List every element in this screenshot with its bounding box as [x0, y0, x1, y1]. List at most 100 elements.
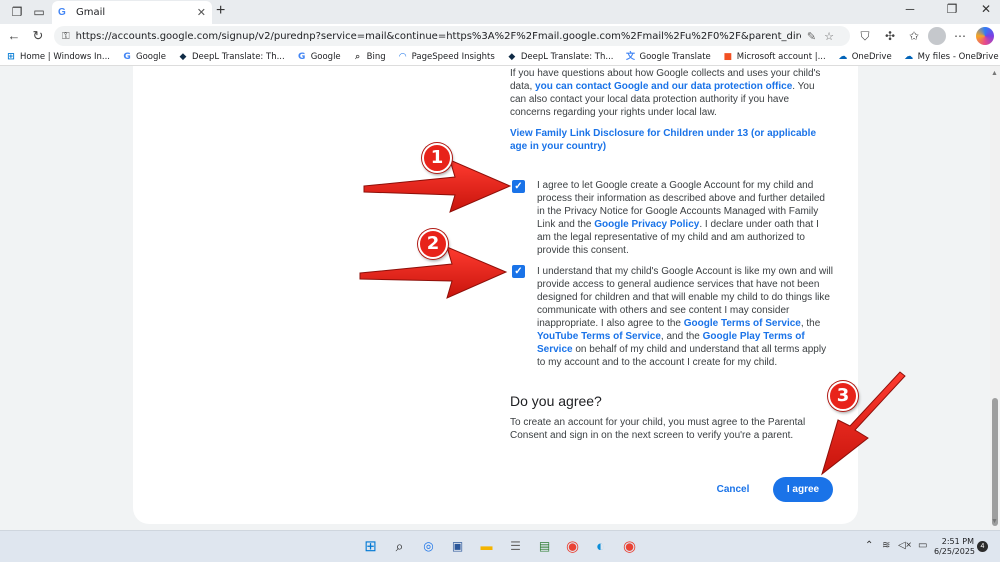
bookmark-label: Home | Windows In...: [20, 51, 111, 62]
bookmark-label: Google: [136, 51, 166, 62]
profile-avatar[interactable]: [928, 27, 946, 45]
consent-checkbox-1[interactable]: ✓: [512, 180, 525, 193]
bookmark-label: Bing: [366, 51, 386, 62]
more-menu-icon[interactable]: ⋯: [952, 28, 968, 44]
deepl-icon: ◆: [179, 51, 187, 62]
chevron-up-icon[interactable]: ⌃: [865, 540, 873, 551]
data-questions-paragraph: If you have questions about how Google c…: [510, 67, 830, 119]
agree-heading: Do you agree?: [510, 393, 602, 409]
microsoft-icon: ■: [723, 51, 733, 62]
address-bar[interactable]: ⚿ https://accounts.google.com/signup/v2/…: [54, 26, 850, 46]
bookmark-item[interactable]: G Google: [122, 52, 166, 62]
chrome-icon[interactable]: ◉: [564, 538, 581, 555]
cloud-icon: ☁: [838, 51, 848, 62]
copilot-icon[interactable]: [976, 27, 994, 45]
google-icon: G: [297, 51, 306, 62]
taskbar: ⊞ ⌕ ◎ ▣ ▬ ☰ ▤ ◉ ◐ ◉ ⌃ ≋ ◁× ▭ 2:51 PM 6/2…: [0, 530, 1000, 562]
step-badge-1: 1: [422, 143, 452, 173]
time: 2:51 PM: [941, 537, 974, 546]
bookmark-label: My files - OneDrive: [917, 51, 999, 62]
tab-gmail[interactable]: G Gmail ✕: [52, 1, 212, 24]
bookmark-item[interactable]: 文 Google Translate: [626, 52, 711, 62]
shield-icon[interactable]: ⛉: [857, 28, 873, 44]
youtube-terms-link[interactable]: YouTube Terms of Service: [537, 331, 661, 342]
site-info-icon[interactable]: ⚿: [62, 31, 70, 42]
workspaces-icon[interactable]: ❐: [8, 3, 26, 21]
consent-checkbox-2[interactable]: ✓: [512, 265, 525, 278]
spreadsheet-icon[interactable]: ▤: [536, 538, 553, 555]
bookmark-label: Google Translate: [639, 51, 711, 62]
consent-text: , the: [800, 318, 821, 329]
scroll-thumb[interactable]: [992, 398, 998, 526]
copilot-taskbar-icon[interactable]: ◎: [420, 538, 437, 555]
close-tab-icon[interactable]: ✕: [197, 6, 206, 19]
scroll-down-icon[interactable]: ▼: [991, 518, 998, 525]
chrome-icon[interactable]: ◉: [621, 538, 638, 555]
bookmark-item[interactable]: ◆ DeepL Translate: Th...: [178, 52, 285, 62]
chevron-right-icon[interactable]: ›: [978, 49, 982, 63]
favorites-icon[interactable]: ✩: [906, 28, 922, 44]
notification-badge[interactable]: 4: [977, 541, 988, 552]
contact-google-link[interactable]: you can contact Google and our data prot…: [535, 81, 792, 92]
extensions-icon[interactable]: ✣: [882, 28, 898, 44]
back-icon[interactable]: ←: [6, 28, 22, 44]
consent-text-2: I understand that my child's Google Acco…: [537, 265, 835, 369]
bookmark-item[interactable]: ◠ PageSpeed Insights: [398, 52, 495, 62]
agree-description: To create an account for your child, you…: [510, 417, 806, 441]
google-terms-link[interactable]: Google Terms of Service: [684, 318, 801, 329]
cloud-icon: ☁: [904, 51, 914, 62]
google-icon: G: [58, 6, 66, 18]
privacy-policy-link[interactable]: Google Privacy Policy: [594, 219, 699, 230]
consent-text: on behalf of my child and understand tha…: [537, 344, 827, 368]
tab-actions-icon[interactable]: ▭: [30, 3, 48, 21]
start-icon[interactable]: ⊞: [362, 538, 379, 555]
cancel-button[interactable]: Cancel: [712, 477, 754, 501]
date: 6/25/2025: [934, 547, 976, 556]
minimize-icon[interactable]: ─: [900, 2, 920, 16]
consent-text: , and the: [660, 331, 700, 342]
bookmark-item[interactable]: ⊞ Home | Windows In...: [6, 52, 110, 62]
deepl-icon: ◆: [508, 51, 516, 62]
family-link-disclosure-link[interactable]: View Family Link Disclosure for Children…: [510, 127, 830, 153]
bookmark-label: OneDrive: [851, 51, 892, 62]
bookmark-item[interactable]: ◆ DeepL Translate: Th...: [507, 51, 614, 62]
notepad-icon[interactable]: ☰: [507, 538, 524, 555]
url-text[interactable]: https://accounts.google.com/signup/v2/pu…: [76, 31, 801, 42]
bookmark-label: DeepL Translate: Th...: [520, 51, 614, 62]
remote-desktop-icon[interactable]: ▣: [449, 538, 466, 555]
refresh-icon[interactable]: ↻: [30, 28, 46, 44]
bookmark-label: PageSpeed Insights: [411, 51, 495, 62]
search-icon: ⌕: [355, 51, 361, 62]
bookmark-label: DeepL Translate: Th...: [192, 51, 285, 62]
file-explorer-icon[interactable]: ▬: [478, 538, 495, 555]
navigation-bar: ← ↻ ⚿ https://accounts.google.com/signup…: [0, 24, 1000, 48]
bookmark-label: Microsoft account |...: [736, 51, 826, 62]
windows-icon: ⊞: [7, 51, 15, 62]
wifi-icon[interactable]: ≋: [882, 540, 890, 551]
bookmark-item[interactable]: ☁ My files - OneDrive: [904, 51, 999, 62]
bookmark-label: Google: [310, 51, 341, 62]
pagespeed-icon: ◠: [399, 51, 407, 62]
tab-title: Gmail: [76, 7, 106, 18]
maximize-icon[interactable]: ❐: [942, 2, 962, 16]
google-icon: G: [123, 51, 131, 62]
search-icon[interactable]: ⌕: [391, 538, 408, 555]
page-viewport: [0, 66, 1000, 530]
bookmarks-bar: ⊞ Home | Windows In... G Google ◆ DeepL Tra…: [0, 48, 1000, 66]
tab-strip: ❐ ▭ G Gmail ✕ + ─ ❐ ✕: [0, 0, 1000, 24]
step-badge-2: 2: [418, 229, 448, 259]
bookmark-item[interactable]: ☁ OneDrive: [838, 51, 892, 62]
i-agree-button[interactable]: I agree: [773, 477, 833, 502]
battery-icon[interactable]: ▭: [918, 540, 927, 551]
bookmark-item[interactable]: ⌕ Bing: [353, 52, 386, 62]
scrollbar[interactable]: ▲ ▼: [990, 66, 1000, 530]
volume-icon[interactable]: ◁×: [898, 540, 912, 551]
bookmark-item[interactable]: ■ Microsoft account |...: [723, 52, 826, 62]
edge-icon[interactable]: ◐: [592, 538, 609, 555]
new-tab-icon[interactable]: +: [216, 2, 225, 20]
window-close-icon[interactable]: ✕: [976, 2, 996, 16]
clock[interactable]: 2:51 PM 6/25/2025: [934, 537, 976, 557]
bookmark-item[interactable]: G Google: [297, 52, 341, 62]
address-bar-actions[interactable]: ✎☆: [807, 30, 842, 43]
scroll-up-icon[interactable]: ▲: [991, 70, 998, 77]
